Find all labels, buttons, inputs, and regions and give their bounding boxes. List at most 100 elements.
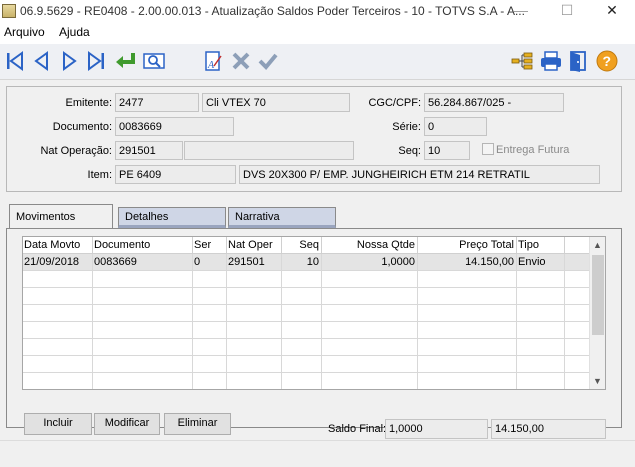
col-tipo[interactable]: Tipo: [517, 237, 565, 254]
empty-cell: [282, 356, 322, 373]
scroll-up-icon[interactable]: ▲: [590, 237, 605, 253]
col-documento[interactable]: Documento: [93, 237, 193, 254]
nat-operacao-label: Nat Operação:: [40, 145, 112, 157]
help-button[interactable]: ?: [595, 49, 619, 73]
empty-table-row: [23, 271, 591, 288]
empty-cell: [282, 322, 322, 339]
scroll-thumb[interactable]: [592, 255, 604, 335]
empty-cell: [322, 305, 418, 322]
seq-field[interactable]: 10: [424, 141, 470, 160]
window-title: 06.9.5629 - RE0408 - 2.00.00.013 - Atual…: [20, 4, 525, 18]
print-icon: [541, 51, 561, 71]
item-code-field[interactable]: PE 6409: [115, 165, 236, 184]
empty-cell: [517, 339, 565, 356]
empty-cell: [23, 373, 93, 389]
col-ser[interactable]: Ser: [193, 237, 227, 254]
col-seq[interactable]: Seq: [282, 237, 322, 254]
tab-narrativa[interactable]: Narrativa: [228, 207, 336, 228]
documento-field[interactable]: 0083669: [115, 117, 234, 136]
nat-operacao-desc-field[interactable]: [184, 141, 354, 160]
empty-cell: [418, 322, 517, 339]
empty-cell: [23, 339, 93, 356]
print-button[interactable]: [539, 49, 563, 73]
grid-scrollbar[interactable]: ▲ ▼: [589, 237, 605, 389]
eliminar-button[interactable]: Eliminar: [164, 413, 231, 435]
exit-icon: [570, 51, 586, 72]
empty-cell: [282, 271, 322, 288]
tree-button[interactable]: [510, 49, 534, 73]
last-icon: [88, 51, 104, 71]
col-nat-oper[interactable]: Nat Oper: [227, 237, 282, 254]
search-button[interactable]: [142, 49, 166, 73]
emitente-code-field[interactable]: 2477: [115, 93, 199, 112]
nat-operacao-field[interactable]: 291501: [115, 141, 183, 160]
empty-table-row: [23, 322, 591, 339]
cancel-button[interactable]: [229, 49, 253, 73]
empty-cell: [322, 339, 418, 356]
empty-cell: [227, 288, 282, 305]
empty-table-row: [23, 356, 591, 373]
empty-cell: [227, 322, 282, 339]
cgc-field[interactable]: 56.284.867/025 -: [424, 93, 564, 112]
minimize-button[interactable]: —: [498, 0, 544, 22]
previous-record-button[interactable]: [30, 49, 54, 73]
cell-nat-oper: 291501: [227, 254, 282, 271]
incluir-button[interactable]: Incluir: [24, 413, 92, 435]
cell-nossa-qtde: 1,0000: [322, 254, 418, 271]
empty-cell: [193, 271, 227, 288]
last-record-button[interactable]: [84, 49, 108, 73]
item-desc-field[interactable]: DVS 20X300 P/ EMP. JUNGHEIRICH ETM 214 R…: [239, 165, 600, 184]
close-button[interactable]: ✕: [589, 0, 635, 22]
cgc-label: CGC/CPF:: [368, 97, 421, 109]
movimentos-grid[interactable]: Data Movto Documento Ser Nat Oper Seq No…: [22, 236, 606, 390]
edit-button[interactable]: A: [201, 49, 225, 73]
empty-cell: [517, 322, 565, 339]
saldo-valor-field[interactable]: 14.150,00: [491, 419, 606, 439]
entrega-futura-checkbox[interactable]: [482, 143, 494, 155]
status-bar: [0, 440, 635, 467]
next-record-button[interactable]: [57, 49, 81, 73]
empty-cell: [227, 305, 282, 322]
serie-field[interactable]: 0: [424, 117, 487, 136]
menu-arquivo[interactable]: Arquivo: [4, 25, 45, 39]
cell-ser: 0: [193, 254, 227, 271]
modificar-button[interactable]: Modificar: [94, 413, 160, 435]
empty-cell: [418, 271, 517, 288]
exit-button[interactable]: [567, 49, 591, 73]
emitente-name-field[interactable]: Cli VTEX 70: [202, 93, 350, 112]
saldo-qtde-field[interactable]: 1,0000: [385, 419, 488, 439]
confirm-button[interactable]: [256, 49, 280, 73]
emitente-label: Emitente:: [65, 97, 112, 109]
col-nossa-qtde[interactable]: Nossa Qtde: [322, 237, 418, 254]
col-preco-total[interactable]: Preço Total: [418, 237, 517, 254]
first-record-button[interactable]: [3, 49, 27, 73]
first-icon: [7, 51, 23, 71]
goto-icon: [116, 53, 135, 68]
header-panel: Emitente: 2477 Cli VTEX 70 CGC/CPF: 56.2…: [6, 86, 622, 192]
empty-cell: [193, 305, 227, 322]
empty-cell: [418, 373, 517, 389]
cell-data-movto: 21/09/2018: [23, 254, 93, 271]
empty-cell: [93, 373, 193, 389]
table-row[interactable]: 21/09/2018 0083669 0 291501 10 1,0000 14…: [23, 254, 591, 271]
empty-cell: [23, 305, 93, 322]
help-icon: ?: [596, 50, 618, 72]
goto-button[interactable]: [113, 49, 137, 73]
col-data-movto[interactable]: Data Movto: [23, 237, 93, 254]
tab-movimentos[interactable]: Movimentos: [9, 204, 113, 228]
next-icon: [63, 51, 77, 71]
empty-cell: [93, 339, 193, 356]
scroll-down-icon[interactable]: ▼: [590, 373, 605, 389]
empty-cell: [193, 288, 227, 305]
cell-preco-total: 14.150,00: [418, 254, 517, 271]
seq-label: Seq:: [398, 145, 421, 157]
empty-cell: [227, 271, 282, 288]
maximize-button[interactable]: ☐: [544, 0, 590, 22]
empty-cell: [322, 288, 418, 305]
toolbar: A ?: [0, 44, 635, 80]
item-label: Item:: [87, 169, 112, 181]
empty-cell: [227, 356, 282, 373]
tab-detalhes[interactable]: Detalhes: [118, 207, 226, 228]
empty-cell: [193, 373, 227, 389]
menu-ajuda[interactable]: Ajuda: [59, 25, 90, 39]
